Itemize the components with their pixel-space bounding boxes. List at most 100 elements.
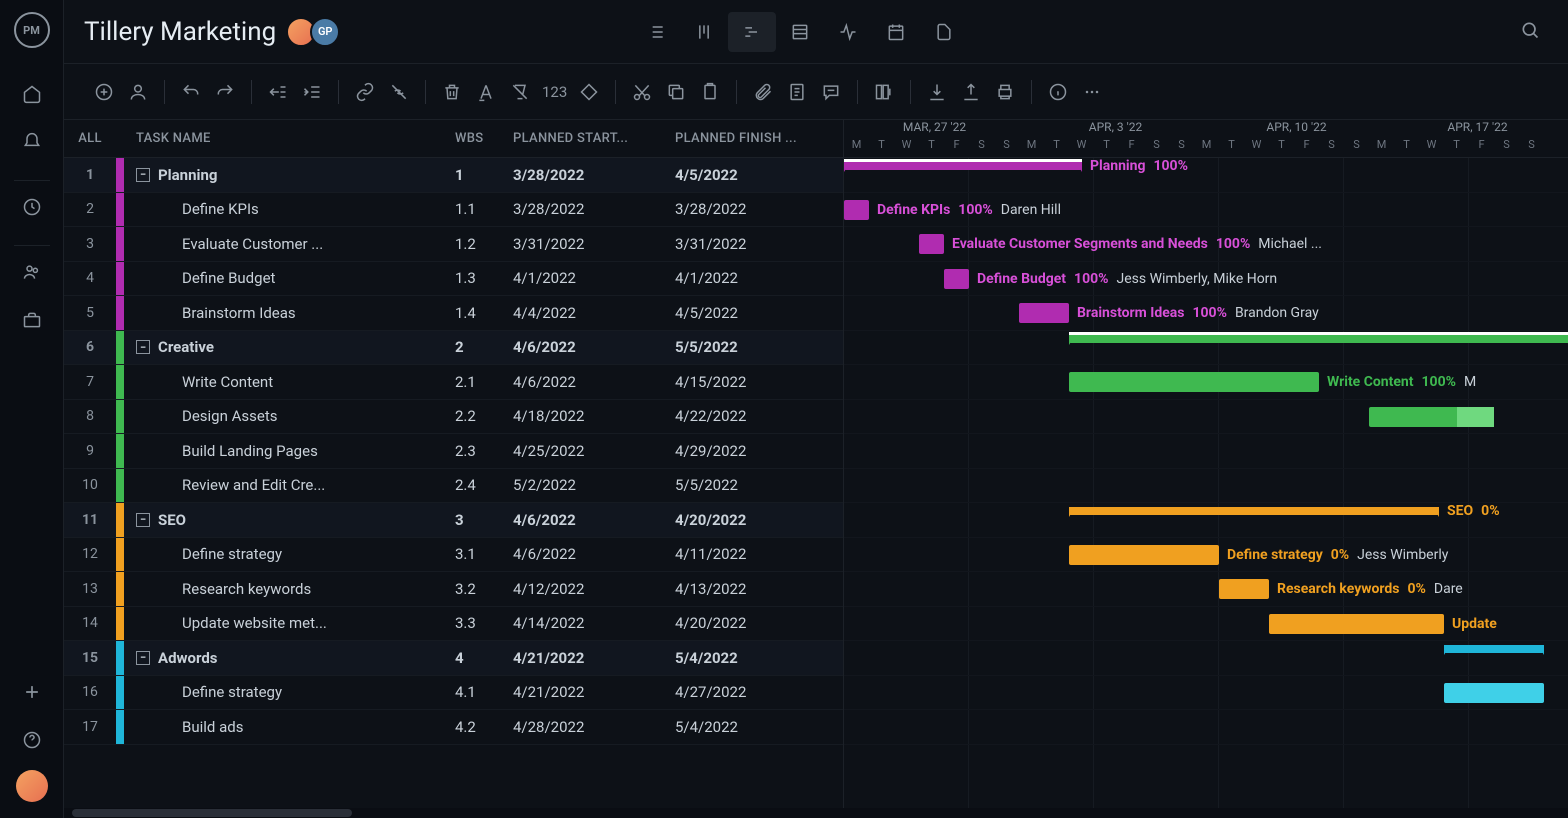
gantt-bar[interactable]	[1069, 335, 1568, 343]
import-icon[interactable]	[921, 76, 953, 108]
bell-icon[interactable]	[14, 124, 50, 160]
table-row[interactable]: 5Brainstorm Ideas1.44/4/20224/5/2022	[64, 296, 843, 331]
table-row[interactable]: 16Define strategy4.14/21/20224/27/2022	[64, 676, 843, 711]
member-avatars[interactable]: GP	[292, 17, 340, 47]
gantt-lane: Research keywords0%Dare	[844, 572, 1568, 607]
help-icon[interactable]	[14, 722, 50, 758]
info-icon[interactable]	[1042, 76, 1074, 108]
table-row[interactable]: 4Define Budget1.34/1/20224/1/2022	[64, 262, 843, 297]
gantt-lane	[844, 400, 1568, 435]
user-avatar[interactable]	[16, 770, 48, 802]
table-row[interactable]: 11−SEO34/6/20224/20/2022	[64, 503, 843, 538]
briefcase-icon[interactable]	[14, 302, 50, 338]
toolbar-number[interactable]: 123	[538, 83, 571, 101]
day-label: T	[1219, 138, 1244, 157]
redo-icon[interactable]	[209, 76, 241, 108]
col-wbs[interactable]: WBS	[455, 131, 513, 146]
table-row[interactable]: 17Build ads4.24/28/20225/4/2022	[64, 710, 843, 745]
clock-icon[interactable]	[14, 189, 50, 225]
diamond-icon[interactable]	[573, 76, 605, 108]
board-view-icon[interactable]	[680, 12, 728, 52]
day-label: W	[1069, 138, 1094, 157]
text-icon[interactable]	[470, 76, 502, 108]
day-label: T	[1094, 138, 1119, 157]
gantt-bar[interactable]: Define strategy0%Jess Wimberly	[1069, 545, 1219, 565]
undo-icon[interactable]	[175, 76, 207, 108]
gantt-lane: Define Budget100%Jess Wimberly, Mike Hor…	[844, 262, 1568, 297]
search-icon[interactable]	[1512, 12, 1548, 52]
col-task-name[interactable]: TASK NAME	[124, 131, 455, 146]
paste-icon[interactable]	[694, 76, 726, 108]
gantt-bar[interactable]: Update	[1269, 614, 1444, 634]
calendar-view-icon[interactable]	[872, 12, 920, 52]
table-row[interactable]: 10Review and Edit Cre...2.45/2/20225/5/2…	[64, 469, 843, 504]
collapse-icon[interactable]: −	[136, 340, 150, 354]
gantt-bar[interactable]: Planning100%	[844, 162, 1082, 170]
collapse-icon[interactable]: −	[136, 651, 150, 665]
app-logo[interactable]: PM	[14, 12, 50, 48]
day-label: T	[1444, 138, 1469, 157]
table-row[interactable]: 6−Creative24/6/20225/5/2022	[64, 331, 843, 366]
day-label: F	[1294, 138, 1319, 157]
day-label: T	[1269, 138, 1294, 157]
gantt-bar[interactable]: Define KPIs100%Daren Hill	[844, 200, 869, 220]
gantt-bar[interactable]: Evaluate Customer Segments and Needs100%…	[919, 234, 944, 254]
col-all[interactable]: ALL	[64, 131, 116, 146]
table-row[interactable]: 13Research keywords3.24/12/20224/13/2022	[64, 572, 843, 607]
add-task-icon[interactable]	[88, 76, 120, 108]
home-icon[interactable]	[14, 76, 50, 112]
col-planned-finish[interactable]: PLANNED FINISH ...	[675, 131, 843, 146]
table-row[interactable]: 2Define KPIs1.13/28/20223/28/2022	[64, 193, 843, 228]
gantt-bar[interactable]	[1369, 407, 1494, 427]
copy-icon[interactable]	[660, 76, 692, 108]
notes-icon[interactable]	[781, 76, 813, 108]
table-row[interactable]: 9Build Landing Pages2.34/25/20224/29/202…	[64, 434, 843, 469]
trash-icon[interactable]	[436, 76, 468, 108]
gantt-bar[interactable]	[1444, 645, 1544, 653]
table-row[interactable]: 14Update website met...3.34/14/20224/20/…	[64, 607, 843, 642]
day-label: S	[1169, 138, 1194, 157]
person-icon[interactable]	[122, 76, 154, 108]
print-icon[interactable]	[989, 76, 1021, 108]
table-row[interactable]: 7Write Content2.14/6/20224/15/2022	[64, 365, 843, 400]
attachment-icon[interactable]	[747, 76, 779, 108]
gantt-bar[interactable]	[1444, 683, 1544, 703]
day-label: S	[1519, 138, 1544, 157]
export-icon[interactable]	[955, 76, 987, 108]
collapse-icon[interactable]: −	[136, 513, 150, 527]
file-view-icon[interactable]	[920, 12, 968, 52]
list-view-icon[interactable]	[632, 12, 680, 52]
outdent-icon[interactable]	[262, 76, 294, 108]
table-row[interactable]: 12Define strategy3.14/6/20224/11/2022	[64, 538, 843, 573]
link-icon[interactable]	[349, 76, 381, 108]
more-icon[interactable]	[1076, 76, 1108, 108]
col-planned-start[interactable]: PLANNED START...	[513, 131, 675, 146]
gantt-lane: Brainstorm Ideas100%Brandon Gray	[844, 296, 1568, 331]
avatar[interactable]: GP	[310, 17, 340, 47]
gantt-view-icon[interactable]	[728, 12, 776, 52]
indent-icon[interactable]	[296, 76, 328, 108]
left-rail: PM	[0, 0, 64, 818]
columns-icon[interactable]	[868, 76, 900, 108]
gantt-bar[interactable]: SEO0%	[1069, 507, 1439, 515]
gantt-bar[interactable]: Brainstorm Ideas100%Brandon Gray	[1019, 303, 1069, 323]
team-icon[interactable]	[14, 254, 50, 290]
plus-icon[interactable]	[14, 674, 50, 710]
gantt-bar[interactable]: Define Budget100%Jess Wimberly, Mike Hor…	[944, 269, 969, 289]
gantt-bar[interactable]: Research keywords0%Dare	[1219, 579, 1269, 599]
table-row[interactable]: 8Design Assets2.24/18/20224/22/2022	[64, 400, 843, 435]
table-row[interactable]: 1−Planning13/28/20224/5/2022	[64, 158, 843, 193]
grid-header: ALL TASK NAME WBS PLANNED START... PLANN…	[64, 120, 843, 158]
cut-icon[interactable]	[626, 76, 658, 108]
activity-view-icon[interactable]	[824, 12, 872, 52]
header: Tillery Marketing GP	[64, 0, 1568, 64]
gantt-bar[interactable]: Write Content100%M	[1069, 372, 1319, 392]
unlink-icon[interactable]	[383, 76, 415, 108]
collapse-icon[interactable]: −	[136, 168, 150, 182]
horizontal-scrollbar[interactable]	[64, 808, 1568, 818]
sheet-view-icon[interactable]	[776, 12, 824, 52]
clear-format-icon[interactable]	[504, 76, 536, 108]
comment-icon[interactable]	[815, 76, 847, 108]
table-row[interactable]: 15−Adwords44/21/20225/4/2022	[64, 641, 843, 676]
table-row[interactable]: 3Evaluate Customer ...1.23/31/20223/31/2…	[64, 227, 843, 262]
